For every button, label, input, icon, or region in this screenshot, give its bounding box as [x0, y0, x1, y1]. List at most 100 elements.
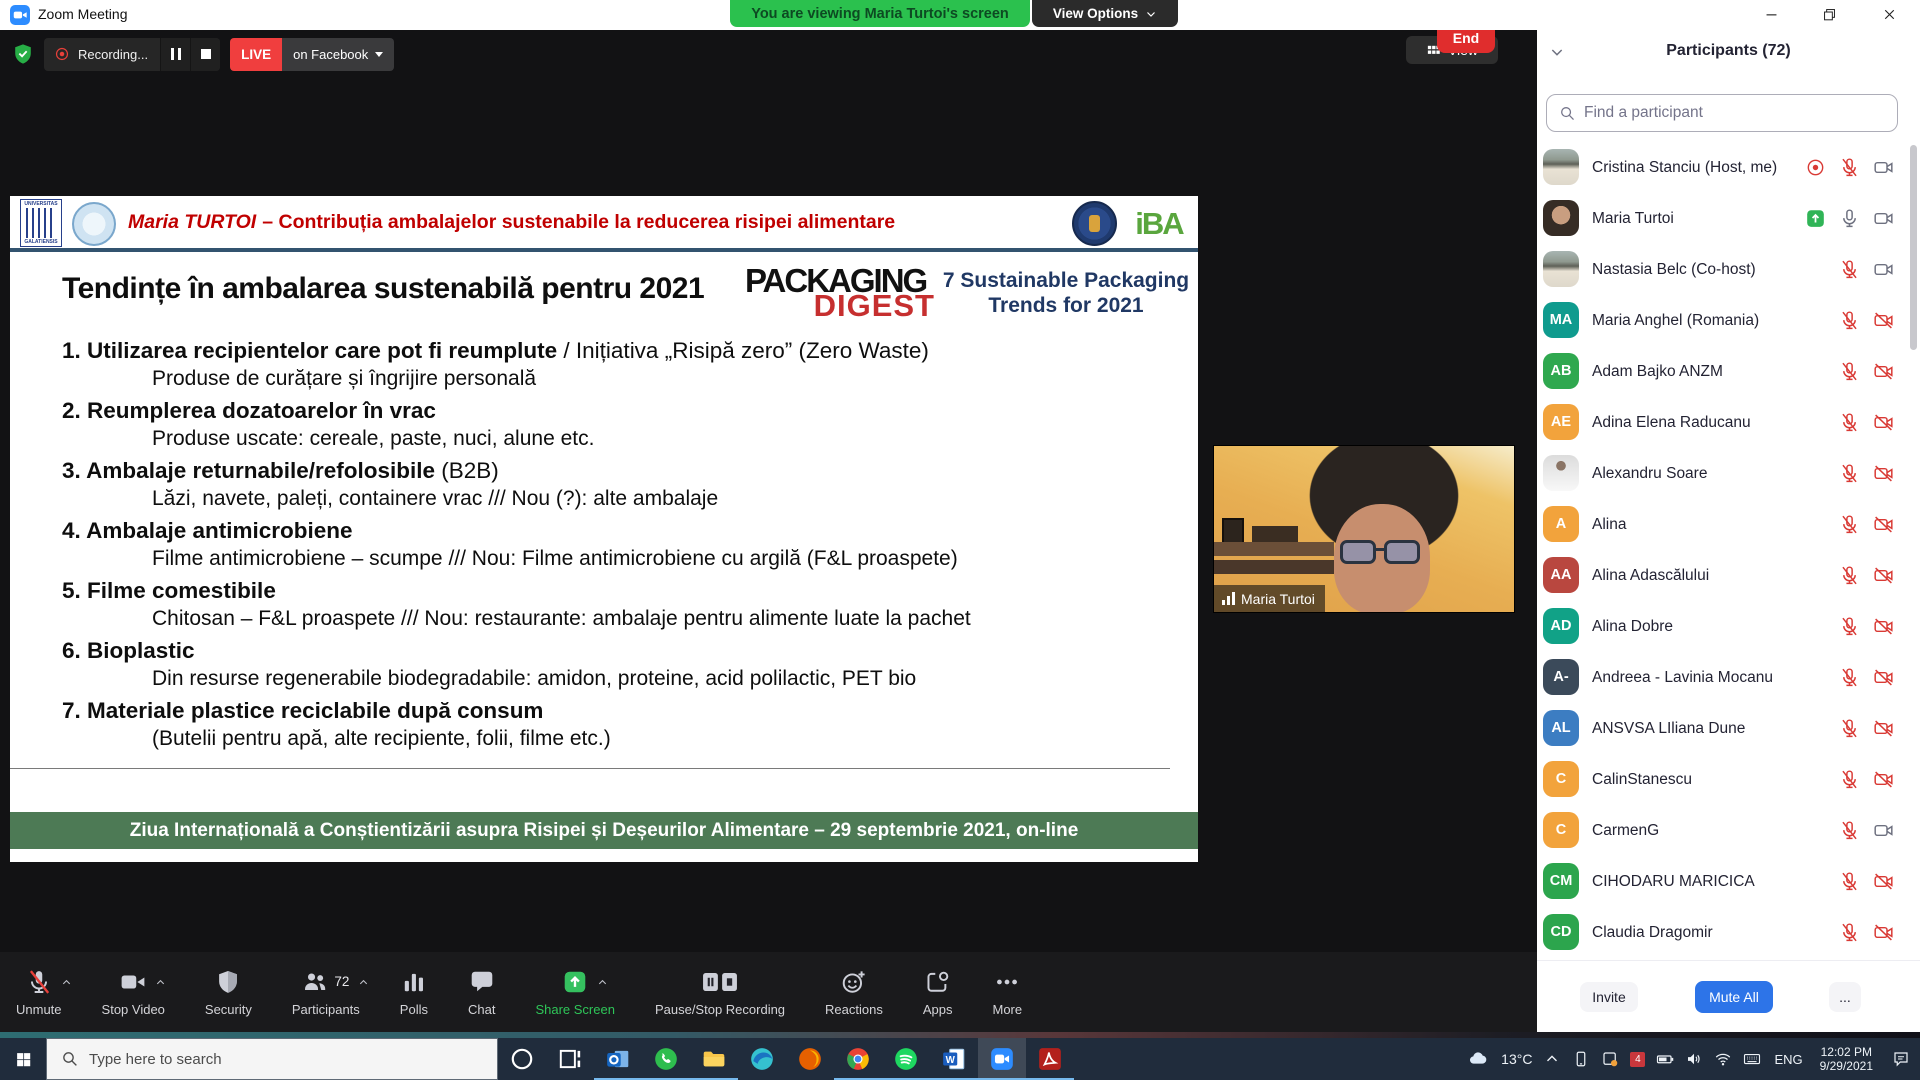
explorer-taskbar-icon[interactable] [690, 1038, 738, 1080]
minimize-button[interactable] [1754, 0, 1788, 29]
invite-button[interactable]: Invite [1580, 982, 1638, 1012]
acrobat-taskbar-icon[interactable] [1026, 1038, 1074, 1080]
participant-search-box[interactable] [1546, 94, 1898, 132]
mic-on-icon[interactable] [1839, 208, 1860, 229]
mic-off-icon[interactable] [1839, 718, 1860, 739]
cam-off-icon[interactable] [1873, 361, 1894, 382]
cam-off-icon[interactable] [1873, 310, 1894, 331]
pause-recording-button[interactable] [160, 38, 190, 71]
mute-all-button[interactable]: Mute All [1695, 981, 1773, 1013]
cam-off-icon[interactable] [1873, 769, 1894, 790]
security-button[interactable]: Security [205, 968, 252, 1017]
participant-row[interactable]: AE Adina Elena Raducanu [1537, 397, 1920, 448]
chevron-up-icon[interactable] [597, 975, 608, 986]
rec-icon[interactable] [1805, 157, 1826, 178]
mic-off-icon[interactable] [1839, 463, 1860, 484]
live-target[interactable]: on Facebook [282, 38, 394, 71]
cam-off-icon[interactable] [1873, 616, 1894, 637]
weather-cloud-icon[interactable] [1466, 1049, 1490, 1069]
cam-off-icon[interactable] [1873, 718, 1894, 739]
chevron-up-icon[interactable] [61, 975, 72, 986]
mic-off-icon[interactable] [1839, 259, 1860, 280]
taskbar-search-box[interactable]: Type here to search [46, 1038, 498, 1080]
participant-row[interactable]: C CalinStanescu [1537, 754, 1920, 805]
share-screen-button[interactable]: Share Screen [535, 968, 615, 1017]
share-icon[interactable] [1805, 208, 1826, 229]
weather-temperature[interactable]: 13°C [1501, 1051, 1532, 1067]
mic-off-icon[interactable] [1839, 820, 1860, 841]
cam-on-icon[interactable] [1873, 157, 1894, 178]
mic-off-icon[interactable] [1839, 667, 1860, 688]
language-indicator[interactable]: ENG [1774, 1052, 1802, 1067]
stop-recording-button[interactable] [190, 38, 220, 71]
participant-row[interactable]: Cristina Stanciu (Host, me) [1537, 142, 1920, 193]
cam-off-icon[interactable] [1873, 514, 1894, 535]
notification-badge[interactable]: 4 [1630, 1052, 1645, 1067]
mic-off-icon[interactable] [1839, 922, 1860, 943]
chevron-up-icon[interactable] [358, 975, 369, 986]
action-center-icon[interactable] [1892, 1050, 1910, 1068]
participant-row[interactable]: AD Alina Dobre [1537, 601, 1920, 652]
chat-button[interactable]: Chat [468, 968, 495, 1017]
participant-row[interactable]: CM CIHODARU MARICICA [1537, 856, 1920, 907]
mic-off-icon[interactable] [1839, 514, 1860, 535]
panel-scrollbar[interactable] [1910, 145, 1917, 350]
word-taskbar-icon[interactable]: W [930, 1038, 978, 1080]
view-options-button[interactable]: View Options [1032, 0, 1178, 27]
participant-row[interactable]: A Alina [1537, 499, 1920, 550]
panel-more-button[interactable]: ... [1829, 982, 1861, 1012]
speaker-icon[interactable] [1685, 1050, 1703, 1068]
restore-button[interactable] [1812, 0, 1846, 29]
mic-off-icon[interactable] [1839, 412, 1860, 433]
participant-row[interactable]: C CarmenG [1537, 805, 1920, 856]
reactions-button[interactable]: Reactions [825, 968, 883, 1017]
cam-on-icon[interactable] [1873, 259, 1894, 280]
mic-off-icon[interactable] [1839, 361, 1860, 382]
touch-keyboard-icon[interactable] [1743, 1050, 1761, 1068]
mic-off-icon[interactable] [1839, 157, 1860, 178]
participant-row[interactable]: Maria Turtoi [1537, 193, 1920, 244]
apps-button[interactable]: Apps [923, 968, 953, 1017]
cam-off-icon[interactable] [1873, 412, 1894, 433]
mic-off-icon[interactable] [1839, 871, 1860, 892]
cam-off-icon[interactable] [1873, 922, 1894, 943]
sync-app-icon[interactable] [1601, 1050, 1619, 1068]
participant-row[interactable]: CD Claudia Dragomir [1537, 907, 1920, 958]
polls-button[interactable]: Polls [400, 968, 428, 1017]
participants-button[interactable]: 72 Participants [292, 968, 360, 1017]
tray-expand-icon[interactable] [1543, 1050, 1561, 1068]
start-button[interactable] [0, 1038, 46, 1080]
speaker-video-thumbnail[interactable]: Maria Turtoi [1213, 445, 1515, 613]
participant-row[interactable]: A- Andreea - Lavinia Mocanu [1537, 652, 1920, 703]
mic-off-icon[interactable] [1839, 565, 1860, 586]
chrome-taskbar-icon[interactable] [834, 1038, 882, 1080]
cam-off-icon[interactable] [1873, 463, 1894, 484]
firefox-taskbar-icon[interactable] [786, 1038, 834, 1080]
cortana-taskbar-icon[interactable] [498, 1038, 546, 1080]
pause-stop-recording-button[interactable]: Pause/Stop Recording [655, 968, 785, 1017]
unmute-button[interactable]: Unmute [16, 968, 62, 1017]
participant-row[interactable]: AL ANSVSA LIliana Dune [1537, 703, 1920, 754]
cam-on-icon[interactable] [1873, 820, 1894, 841]
participant-row[interactable]: Alexandru Soare [1537, 448, 1920, 499]
zoom-taskbar-icon[interactable] [978, 1038, 1026, 1080]
taskbar-clock[interactable]: 12:02 PM 9/29/2021 [1820, 1045, 1873, 1073]
cam-off-icon[interactable] [1873, 565, 1894, 586]
battery-icon[interactable] [1656, 1050, 1674, 1068]
search-input[interactable] [1584, 104, 1885, 122]
taskview-taskbar-icon[interactable] [546, 1038, 594, 1080]
participant-row[interactable]: Nastasia Belc (Co-host) [1537, 244, 1920, 295]
cam-on-icon[interactable] [1873, 208, 1894, 229]
mic-off-icon[interactable] [1839, 769, 1860, 790]
live-stream-indicator[interactable]: LIVE on Facebook [230, 38, 394, 71]
participant-row[interactable]: AB Adam Bajko ANZM [1537, 346, 1920, 397]
network-icon[interactable] [1714, 1050, 1732, 1068]
participant-row[interactable]: MA Maria Anghel (Romania) [1537, 295, 1920, 346]
close-button[interactable] [1872, 0, 1906, 29]
cam-off-icon[interactable] [1873, 871, 1894, 892]
cam-off-icon[interactable] [1873, 667, 1894, 688]
chevron-up-icon[interactable] [155, 975, 166, 986]
participant-row[interactable]: AA Alina Adascălului [1537, 550, 1920, 601]
your-phone-icon[interactable] [1572, 1050, 1590, 1068]
edge-taskbar-icon[interactable] [738, 1038, 786, 1080]
